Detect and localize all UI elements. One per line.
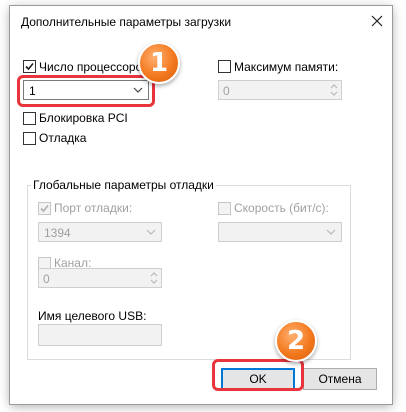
chevron-down-icon [133, 87, 143, 93]
step-marker-1: 1 [138, 42, 180, 84]
channel-value: 0 [43, 272, 50, 286]
check-icon [40, 204, 49, 213]
advanced-boot-options-dialog: Дополнительные параметры загрузки Число … [10, 6, 392, 404]
debug-port-select[interactable]: 1394 [38, 222, 162, 242]
processors-select[interactable]: 1 [23, 80, 149, 100]
pci-lock-label: Блокировка PCI [39, 111, 128, 125]
check-icon [25, 62, 34, 71]
baud-rate-select[interactable] [218, 222, 342, 242]
baud-rate-label: Скорость (бит/с): [234, 201, 329, 215]
debug-checkbox[interactable] [23, 132, 36, 145]
dialog-title: Дополнительные параметры загрузки [21, 15, 232, 29]
debug-label: Отладка [39, 131, 87, 145]
spin-arrows-icon [150, 272, 158, 284]
chevron-down-icon [326, 229, 336, 235]
processors-checkbox[interactable] [23, 60, 36, 73]
processors-label: Число процессоров [39, 60, 149, 74]
debug-port-checkbox[interactable] [38, 202, 51, 215]
title-bar: Дополнительные параметры загрузки [10, 6, 392, 36]
memory-checkbox[interactable] [218, 60, 231, 73]
global-debug-title: Глобальные параметры отладки [31, 178, 216, 192]
pci-lock-checkbox[interactable] [23, 112, 36, 125]
step-marker-2: 2 [275, 320, 317, 362]
cancel-button[interactable]: Отмена [303, 368, 377, 390]
debug-port-value: 1394 [44, 226, 71, 240]
memory-value: 0 [223, 84, 230, 98]
ok-button[interactable]: OK [221, 368, 295, 390]
memory-spinbox[interactable]: 0 [218, 80, 342, 100]
channel-spinbox[interactable]: 0 [38, 268, 162, 288]
chevron-down-icon [146, 229, 156, 235]
processors-select-value: 1 [29, 84, 36, 98]
usb-target-input[interactable] [38, 324, 162, 346]
debug-port-label: Порт отладки: [54, 201, 133, 215]
spin-arrows-icon [330, 84, 338, 96]
usb-target-label: Имя целевого USB: [38, 309, 147, 323]
close-icon [371, 15, 383, 27]
baud-rate-checkbox[interactable] [218, 202, 231, 215]
memory-label: Максимум памяти: [234, 60, 339, 74]
close-button[interactable] [364, 8, 390, 34]
